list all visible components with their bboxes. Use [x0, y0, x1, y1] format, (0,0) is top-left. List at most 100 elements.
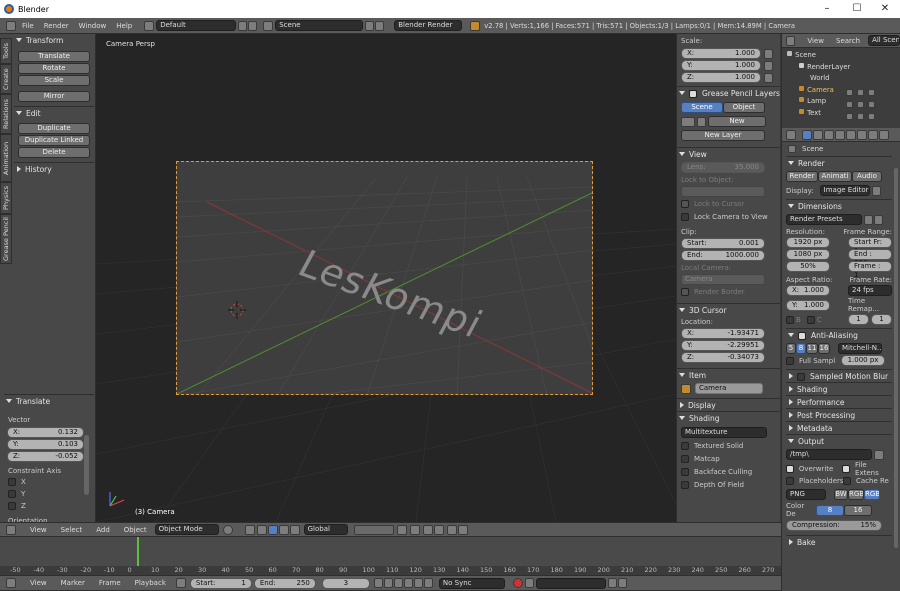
aa-filter-select[interactable]: Mitchell-N...: [838, 343, 882, 354]
jump-keyframe-forward-icon[interactable]: [413, 578, 423, 588]
dimensions-panel-header[interactable]: Dimensions: [786, 199, 892, 212]
aspect-x-field[interactable]: X: 1.000: [786, 285, 830, 296]
timeline-menu-view[interactable]: View: [30, 579, 47, 587]
color-depth-16-button[interactable]: 16: [844, 504, 872, 516]
overwrite-checkbox[interactable]: [786, 465, 794, 473]
timeline-end-field[interactable]: End: 250: [253, 577, 316, 589]
camera-render-icon[interactable]: [868, 88, 875, 96]
insert-keyframe-icon[interactable]: [607, 578, 617, 588]
world-tab-icon[interactable]: [835, 129, 845, 140]
translate-button[interactable]: Translate: [18, 51, 90, 62]
translate-manipulator-icon[interactable]: [267, 524, 278, 535]
render-tab-icon[interactable]: [802, 129, 812, 140]
gp-scene-toggle[interactable]: Scene: [681, 102, 723, 113]
remove-preset-icon[interactable]: [874, 214, 883, 225]
aa-samples-8[interactable]: 8: [796, 343, 806, 354]
cursor-select-icon[interactable]: [857, 88, 864, 96]
render-presets-select[interactable]: Render Presets: [786, 214, 862, 225]
aa-samples-5[interactable]: 5: [786, 343, 796, 354]
keying-set-icon[interactable]: [524, 578, 534, 588]
cursor-select-icon[interactable]: [857, 100, 864, 108]
lens-field[interactable]: Lens: 35.000: [681, 162, 765, 173]
tab-physics[interactable]: Physics: [0, 182, 12, 214]
outliner-menu-search[interactable]: Search: [836, 37, 860, 45]
cursor-x-field[interactable]: X: -1.93471: [681, 328, 765, 339]
performance-panel-header[interactable]: Performance: [786, 395, 892, 408]
time-remap-old-field[interactable]: 1: [848, 314, 869, 325]
constraint-x-checkbox[interactable]: X: [8, 478, 94, 490]
lock-layers-icon[interactable]: [396, 524, 407, 535]
preview-range-icon[interactable]: [175, 578, 186, 588]
cursor-z-field[interactable]: Z: -0.34073: [681, 352, 765, 363]
folder-icon[interactable]: [874, 449, 884, 460]
textured-solid-checkbox[interactable]: Textured Solid: [681, 442, 776, 455]
editor-type-icon[interactable]: [786, 129, 796, 140]
menu-render[interactable]: Render: [44, 22, 69, 30]
view3d-menu-view[interactable]: View: [30, 526, 47, 534]
remove-scene-icon[interactable]: [375, 20, 385, 31]
timeline-menu-frame[interactable]: Frame: [99, 579, 121, 587]
cursor-select-icon[interactable]: [857, 112, 864, 120]
resolution-percentage-field[interactable]: 50%: [786, 261, 830, 272]
view-panel-header[interactable]: View: [677, 147, 780, 160]
operator-panel-header[interactable]: Translate: [4, 395, 94, 408]
history-panel-header[interactable]: History: [14, 162, 94, 175]
object-tab-icon[interactable]: [846, 129, 856, 140]
view3d-menu-add[interactable]: Add: [96, 526, 110, 534]
lock-icon[interactable]: [764, 60, 773, 71]
operator-scrollbar[interactable]: [84, 435, 89, 495]
transform-orientation-select[interactable]: Global: [303, 524, 348, 535]
gp-object-toggle[interactable]: Object: [723, 102, 765, 113]
full-sample-checkbox[interactable]: [786, 356, 794, 365]
scene-tab-icon[interactable]: [824, 129, 834, 140]
anti-aliasing-checkbox[interactable]: [798, 332, 806, 340]
metadata-panel-header[interactable]: Metadata: [786, 421, 892, 434]
rotate-manipulator-icon[interactable]: [278, 524, 289, 535]
vector-x-field[interactable]: X: 0.132: [7, 427, 84, 438]
sync-mode-select[interactable]: No Sync: [438, 577, 505, 589]
jump-keyframe-back-icon[interactable]: [383, 578, 393, 588]
timeline-start-field[interactable]: Start: 1: [189, 577, 252, 589]
editor-type-icon[interactable]: [6, 20, 16, 31]
file-format-select[interactable]: PNG: [786, 489, 826, 500]
proportional-edit-icon[interactable]: [409, 524, 420, 535]
matcap-checkbox[interactable]: Matcap: [681, 455, 776, 468]
close-button[interactable]: ✕: [870, 0, 900, 18]
manipulator-toggle-icon[interactable]: [256, 524, 267, 535]
edit-panel-header[interactable]: Edit: [14, 106, 94, 119]
data-tab-icon[interactable]: [868, 129, 878, 140]
play-icon[interactable]: [403, 578, 413, 588]
tab-grease-pencil[interactable]: Grease Pencil: [0, 214, 12, 264]
render-border-checkbox[interactable]: Render Border: [681, 288, 776, 301]
lock-icon[interactable]: [764, 72, 773, 83]
interaction-mode-select[interactable]: Object Mode: [154, 524, 219, 535]
editor-type-icon[interactable]: [6, 524, 16, 535]
play-reverse-icon[interactable]: [393, 578, 403, 588]
grease-pencil-enable-checkbox[interactable]: [689, 90, 697, 98]
pencil-icon[interactable]: [681, 116, 695, 127]
pivot-point-icon[interactable]: [244, 524, 255, 535]
eye-icon[interactable]: [846, 88, 853, 96]
color-rgb-button[interactable]: RGB: [848, 489, 864, 500]
time-remap-new-field[interactable]: 1: [871, 314, 892, 325]
snap-element-icon[interactable]: [433, 524, 444, 535]
3d-cursor-panel-header[interactable]: 3D Cursor: [677, 303, 780, 316]
add-screen-icon[interactable]: [238, 20, 248, 31]
outliner-item-world[interactable]: World: [786, 73, 900, 85]
placeholders-checkbox[interactable]: [786, 477, 794, 485]
frame-end-field[interactable]: End : 250: [848, 249, 892, 267]
jump-end-icon[interactable]: [423, 578, 433, 588]
constraints-tab-icon[interactable]: [857, 129, 867, 140]
opengl-render-icon[interactable]: [446, 524, 457, 535]
backface-culling-checkbox[interactable]: Backface Culling: [681, 468, 776, 481]
aa-samples-11[interactable]: 11: [806, 343, 818, 354]
minimize-button[interactable]: –: [812, 0, 842, 18]
file-extensions-checkbox[interactable]: [842, 465, 851, 473]
dropdown-icon[interactable]: [697, 116, 706, 127]
post-processing-panel-header[interactable]: Post Processing: [786, 408, 892, 421]
scene-field[interactable]: Scene: [275, 20, 364, 31]
editor-type-icon[interactable]: [786, 35, 796, 46]
item-panel-header[interactable]: Item: [677, 368, 780, 381]
lock-icon[interactable]: [764, 48, 773, 59]
duplicate-linked-button[interactable]: Duplicate Linked: [18, 135, 90, 146]
